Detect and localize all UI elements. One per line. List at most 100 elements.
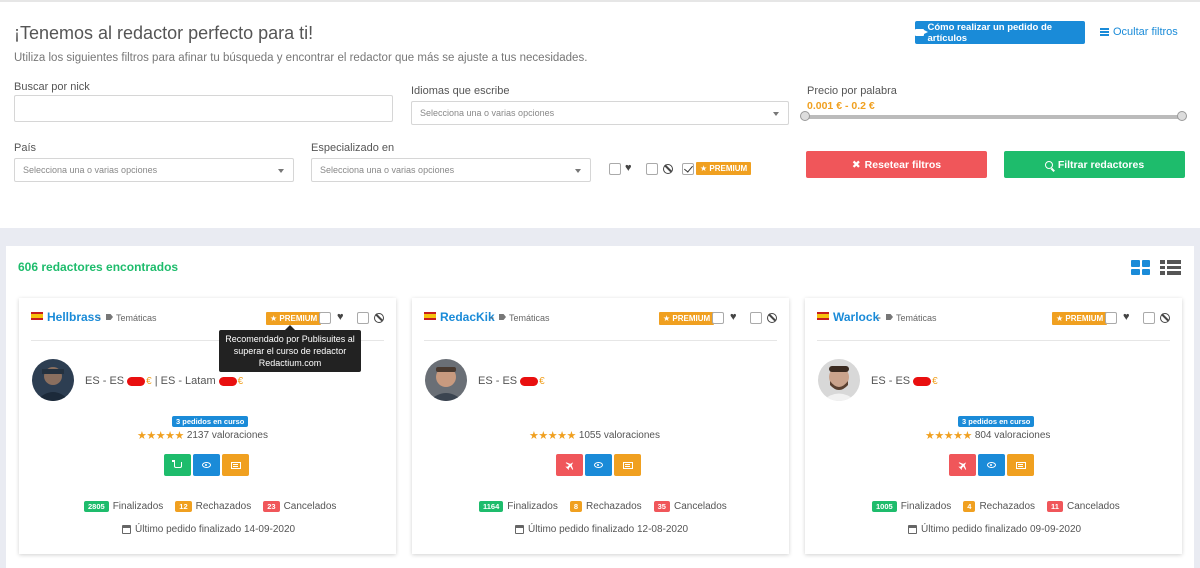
rating-count: 2137 valoraciones [186,430,268,441]
reset-filters-label: Resetear filtros [864,158,942,171]
favorite-checkbox[interactable] [1105,312,1117,324]
ban-icon[interactable] [767,313,777,323]
unavailable-order-button[interactable] [949,454,976,476]
filter-writers-button[interactable]: Filtrar redactores [1004,151,1185,178]
ban-icon[interactable] [374,313,384,323]
euro-symbol: € [932,375,938,387]
price-slider-min-handle[interactable] [800,111,810,121]
last-order: Último pedido finalizado 12-08-2020 [515,524,688,535]
avatar [32,359,74,401]
cancelled-label: Cancelados [283,501,337,512]
last-order-date: Último pedido finalizado 14-09-2020 [135,524,296,535]
message-button[interactable] [614,454,641,476]
rating-row: ★★★★★ 1055 valoraciones [529,429,660,442]
heart-icon[interactable]: ♥ [730,311,737,323]
how-to-order-button[interactable]: Cómo realizar un pedido de artículos [915,21,1085,44]
price-label: Precio por palabra [807,85,897,97]
writer-card: RedacKik - Temáticas ★ PREMIUM ♥ ES - ES… [412,298,789,554]
nick-label: Buscar por nick [14,81,90,93]
spain-flag-icon [424,312,436,320]
order-stats: 2805 Finalizados 12 Rechazados 23 Cancel… [84,501,336,512]
reset-filters-button[interactable]: ✖ Resetear filtros [806,151,987,178]
results-count: 606 redactores encontrados [18,260,179,274]
card-divider [424,340,777,341]
calendar-icon [515,525,524,534]
finalized-count: 1164 [479,501,504,512]
order-stats: 1005 Finalizados 4 Rechazados 11 Cancela… [872,501,1120,512]
favorite-checkbox[interactable] [319,312,331,324]
language-es-es: ES - ES [871,375,911,387]
writer-nick-link[interactable]: Warlock [833,310,879,324]
languages-select[interactable]: Selecciona una o varias opciones [411,101,789,125]
last-order-date: Último pedido finalizado 09-09-2020 [921,524,1082,535]
redacted-price-marker [913,376,932,386]
view-profile-button[interactable] [978,454,1005,476]
premium-badge: ★ PREMIUM [659,312,715,325]
message-button[interactable] [1007,454,1034,476]
grid-view-icon[interactable] [1131,260,1150,275]
cancelled-count: 23 [263,501,280,512]
tag-icon [886,314,893,320]
rating-row: ★★★★★ 804 valoraciones [925,429,1050,442]
chevron-down-icon [278,169,284,173]
price-slider-track[interactable] [805,115,1183,119]
view-profile-button[interactable] [193,454,220,476]
rejected-label: Rechazados [979,501,1036,512]
results-panel: 606 redactores encontrados Hellbrass - T… [6,246,1194,568]
premium-badge-label: PREMIUM [279,314,318,323]
rejected-count: 4 [963,501,976,512]
languages-placeholder: Selecciona una o varias opciones [420,108,555,118]
favorite-checkbox[interactable] [712,312,724,324]
heart-icon[interactable]: ♥ [1123,311,1130,323]
filter-writers-label: Filtrar redactores [1057,158,1145,171]
redacted-price-marker [218,376,237,386]
writer-card: Warlock - Temáticas ★ PREMIUM ♥ ES - ES … [805,298,1182,554]
specialized-select[interactable]: Selecciona una o varias opciones [311,158,591,182]
bars-icon [1100,28,1109,36]
order-button[interactable] [164,454,191,476]
heart-icon[interactable]: ♥ [337,311,344,323]
star-icon: ★ [270,314,280,323]
nick-separator: - [97,310,101,324]
favorites-checkbox[interactable] [609,163,621,175]
topics-link[interactable]: Temáticas [509,313,550,323]
list-view-icon[interactable] [1160,260,1181,275]
star-rating-icon: ★★★★★ [925,430,972,442]
page-title: ¡Tenemos al redactor perfecto para ti! [14,23,314,43]
topics-link[interactable]: Temáticas [896,313,937,323]
spain-flag-icon [31,312,43,320]
redacted-price-marker [127,376,146,386]
block-checkbox[interactable] [357,312,369,324]
plane-icon [956,458,969,471]
video-camera-icon [915,29,927,36]
finalized-label: Finalizados [507,501,558,512]
topics-link[interactable]: Temáticas [116,313,157,323]
nick-search-input[interactable] [14,95,393,122]
message-button[interactable] [222,454,249,476]
pending-orders-badge: 3 pedidos en curso [958,416,1035,427]
premium-checkbox[interactable] [682,163,694,175]
rating-row: ★★★★★ 2137 valoraciones [137,429,268,442]
rejected-count: 8 [569,501,583,512]
tag-icon [499,314,506,320]
star-icon: ★ [1056,314,1066,323]
unavailable-order-button[interactable] [556,454,583,476]
writer-nick-link[interactable]: RedacKik [440,310,495,324]
mail-icon [622,461,633,469]
country-placeholder: Selecciona una o varias opciones [23,165,158,175]
blocked-checkbox[interactable] [646,163,658,175]
block-checkbox[interactable] [750,312,762,324]
price-range-value: 0.001 € - 0.2 € [807,100,875,112]
chevron-down-icon [773,112,779,116]
view-profile-button[interactable] [585,454,612,476]
hide-filters-link[interactable]: Ocultar filtros [1100,26,1178,38]
writer-nick-link[interactable]: Hellbrass [47,310,101,324]
price-slider-max-handle[interactable] [1177,111,1187,121]
search-icon [1044,160,1053,169]
eye-icon [202,462,211,468]
ban-icon[interactable] [1160,313,1170,323]
ban-icon [663,164,673,174]
country-select[interactable]: Selecciona una o varias opciones [14,158,294,182]
language-es-es: ES - ES [478,375,518,387]
block-checkbox[interactable] [1143,312,1155,324]
